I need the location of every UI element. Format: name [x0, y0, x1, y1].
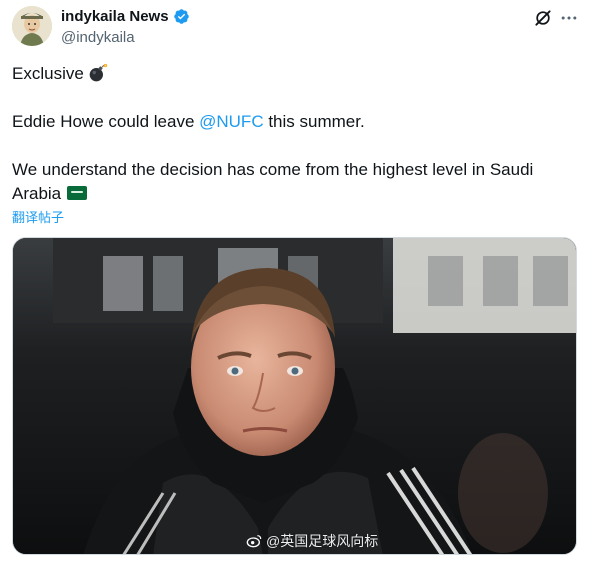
mention-link-nufc[interactable]: @NUFC — [199, 112, 263, 131]
verified-badge-icon — [173, 9, 189, 24]
photo-watermark: @英国足球风向标 — [246, 531, 378, 551]
tweet-media-photo[interactable]: @英国足球风向标 — [12, 237, 577, 555]
tweet-line-4: Arabia — [12, 182, 88, 206]
tweet-line-2: Eddie Howe could leave @NUFC this summer… — [12, 110, 365, 134]
tweet: indykaila News @indykaila Exclusive Eddi… — [0, 0, 589, 567]
avatar[interactable] — [12, 6, 52, 46]
photo-illustration — [13, 238, 576, 554]
tweet-text-line2-end: this summer. — [263, 112, 365, 131]
author-display-name[interactable]: indykaila News — [61, 8, 169, 25]
tweet-line-3: We understand the decision has come from… — [12, 160, 534, 179]
watermark-text: @英国足球风向标 — [266, 533, 379, 549]
avatar-illustration — [12, 6, 52, 46]
tweet-line-1: Exclusive — [12, 62, 108, 86]
saudi-flag-icon — [67, 186, 88, 200]
tweet-text-line2-start: Eddie Howe could leave — [12, 112, 200, 131]
grok-icon[interactable] — [533, 8, 553, 28]
author-name-row[interactable]: indykaila News — [61, 8, 190, 25]
more-icon[interactable] — [559, 8, 579, 28]
weibo-icon — [246, 535, 262, 548]
bomb-emoji-icon — [89, 63, 107, 82]
author-handle[interactable]: @indykaila — [61, 29, 135, 46]
translate-post-link[interactable]: 翻译帖子 — [12, 207, 64, 226]
tweet-text-arabia: Arabia — [12, 184, 62, 203]
tweet-text-exclusive: Exclusive — [12, 64, 84, 83]
